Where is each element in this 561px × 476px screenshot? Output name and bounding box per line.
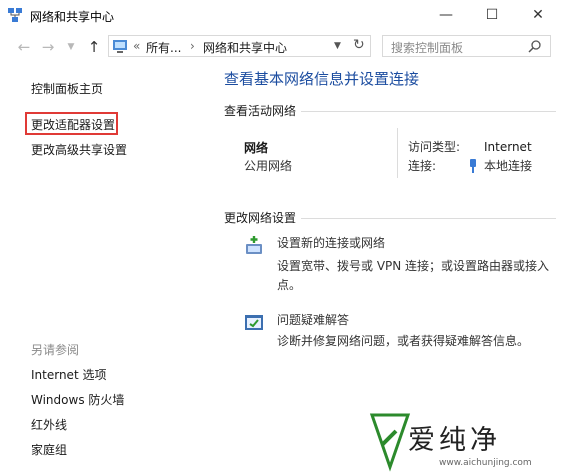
homegroup-link[interactable]: 家庭组 xyxy=(31,441,67,458)
watermark-url: www.aichunjing.com xyxy=(439,458,532,468)
search-placeholder: 搜索控制面板 xyxy=(391,41,464,55)
local-connection-link[interactable]: 本地连接 xyxy=(484,157,532,176)
windows-firewall-link[interactable]: Windows 防火墙 xyxy=(31,391,124,408)
control-panel-icon xyxy=(113,40,127,53)
see-also-heading: 另请参阅 xyxy=(31,343,80,357)
setup-connection-link[interactable]: 设置新的连接或网络 xyxy=(277,234,385,253)
active-networks-heading: 查看活动网络 xyxy=(224,104,297,118)
refresh-icon[interactable]: ↻ xyxy=(353,37,365,53)
address-dropdown-icon[interactable]: ▼ xyxy=(334,41,341,51)
page-title: 查看基本网络信息并设置连接 xyxy=(224,70,420,88)
close-button[interactable]: ✕ xyxy=(515,0,561,30)
breadcrumb-network-center[interactable]: 网络和共享中心 xyxy=(203,39,287,56)
setup-connection-description: 设置宽带、拨号或 VPN 连接；或设置路由器或接入点。 xyxy=(277,259,550,292)
access-type-value: Internet xyxy=(484,140,532,154)
network-type: 公用网络 xyxy=(244,159,293,173)
network-center-icon xyxy=(8,8,22,22)
connections-label: 连接: xyxy=(408,159,437,173)
maximize-button[interactable]: ☐ xyxy=(469,0,515,30)
breadcrumb-all-items[interactable]: 所有... xyxy=(146,39,181,56)
section-divider xyxy=(301,111,556,112)
change-settings-heading: 更改网络设置 xyxy=(224,211,297,225)
breadcrumb-prefix: « xyxy=(133,39,141,53)
troubleshoot-icon xyxy=(245,315,263,330)
window-title: 网络和共享中心 xyxy=(30,10,115,24)
control-panel-home-link[interactable]: 控制面板主页 xyxy=(31,80,103,97)
vertical-divider xyxy=(397,128,398,178)
internet-options-link[interactable]: Internet 选项 xyxy=(31,366,106,383)
advanced-sharing-settings-link[interactable]: 更改高级共享设置 xyxy=(31,141,127,158)
access-type-label: 访问类型: xyxy=(408,140,461,154)
ethernet-icon xyxy=(470,159,476,173)
forward-arrow-icon[interactable]: → xyxy=(39,38,57,56)
troubleshoot-link[interactable]: 问题疑难解答 xyxy=(277,311,349,330)
minimize-button[interactable]: — xyxy=(423,0,469,30)
watermark-brand: 爱纯净 xyxy=(408,425,501,456)
troubleshoot-description: 诊断并修复网络问题，或者获得疑难解答信息。 xyxy=(277,334,530,348)
infrared-link[interactable]: 红外线 xyxy=(31,416,67,433)
new-connection-icon xyxy=(246,236,262,254)
back-arrow-icon[interactable]: ← xyxy=(15,38,33,56)
up-arrow-icon[interactable]: ↑ xyxy=(85,38,103,56)
breadcrumb-separator[interactable]: › xyxy=(190,39,195,53)
search-icon[interactable] xyxy=(528,39,542,53)
recent-dropdown-icon[interactable]: ▼ xyxy=(62,38,80,56)
network-name: 网络 xyxy=(244,141,269,155)
change-adapter-settings-link[interactable]: 更改适配器设置 xyxy=(31,116,115,133)
section-divider xyxy=(301,218,556,219)
